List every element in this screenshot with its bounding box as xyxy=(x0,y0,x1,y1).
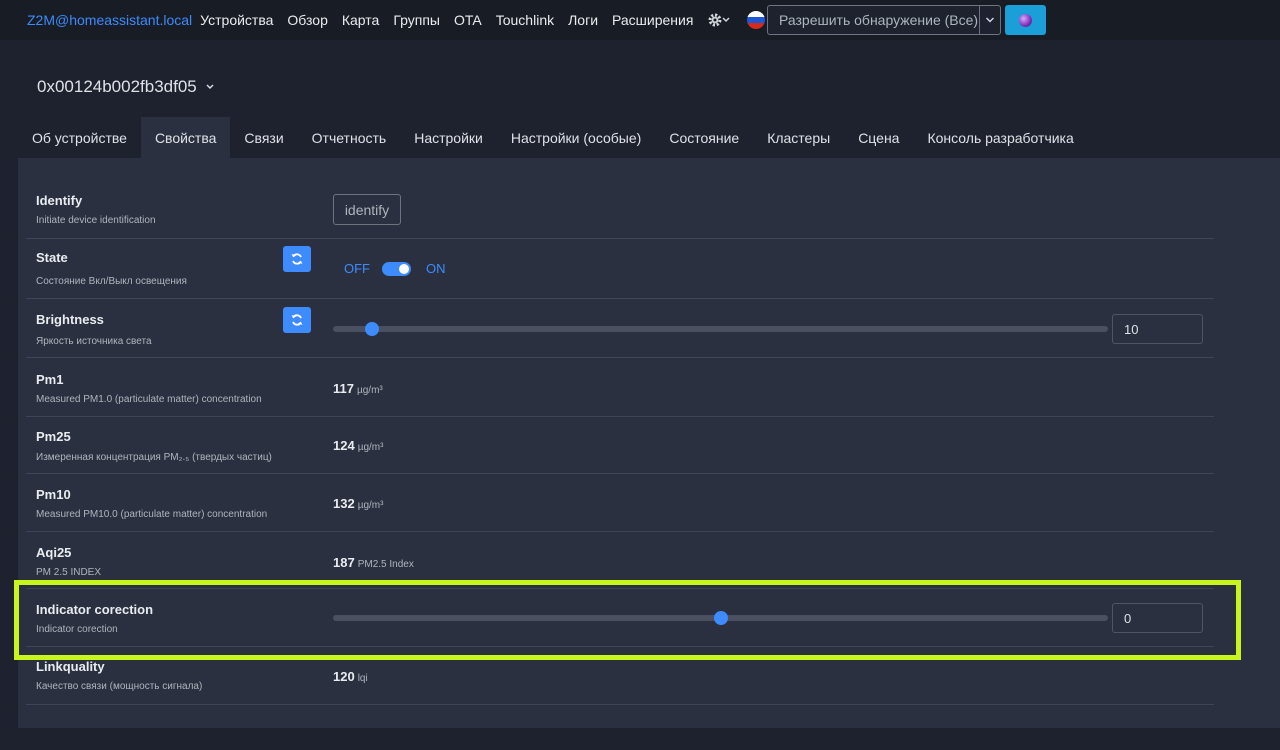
property-row-pm10: Pm10 Measured PM10.0 (particulate matter… xyxy=(26,474,1214,532)
permit-join-label[interactable]: Разрешить обнаружение (Все) xyxy=(768,12,979,28)
state-toggle[interactable]: OFF ON xyxy=(344,261,446,276)
device-title: 0x00124b002fb3df05 xyxy=(37,77,197,96)
property-description: Измеренная концентрация PM₂.₅ (твердых ч… xyxy=(36,452,272,463)
tab-scene[interactable]: Сцена xyxy=(844,117,913,158)
brightness-slider[interactable] xyxy=(333,322,1108,336)
tab-state[interactable]: Состояние xyxy=(655,117,753,158)
tab-dev-console[interactable]: Консоль разработчика xyxy=(913,117,1087,158)
property-description: Measured PM1.0 (particulate matter) conc… xyxy=(36,394,262,405)
tab-settings[interactable]: Настройки xyxy=(400,117,497,158)
theme-switch-button[interactable] xyxy=(1005,5,1046,35)
nav-logs[interactable]: Логи xyxy=(568,12,598,28)
settings-gear-icon[interactable] xyxy=(707,10,731,30)
tab-clusters[interactable]: Кластеры xyxy=(753,117,844,158)
identify-button[interactable]: identify xyxy=(333,194,401,225)
property-name: Linkquality xyxy=(36,659,105,674)
property-row-state: State Состояние Вкл/Выкл освещения OFF O… xyxy=(26,239,1214,299)
refresh-icon xyxy=(291,253,303,265)
brightness-input[interactable]: 10 xyxy=(1112,314,1203,344)
value-unit: µg/m³ xyxy=(356,385,383,396)
property-description: Состояние Вкл/Выкл освещения xyxy=(36,276,187,287)
tab-about[interactable]: Об устройстве xyxy=(18,117,141,158)
state-switch[interactable] xyxy=(382,261,411,276)
refresh-icon xyxy=(291,314,303,326)
value-number: 120 xyxy=(333,669,355,684)
property-row-brightness: Brightness Яркость источника света 10 xyxy=(26,299,1214,358)
property-description: PM 2.5 INDEX xyxy=(36,567,102,578)
value-unit: lqi xyxy=(357,673,368,684)
chevron-down-icon[interactable] xyxy=(979,6,1000,34)
device-tabs: Об устройстве Свойства Связи Отчетность … xyxy=(18,117,1088,158)
property-row-identify: Identify Initiate device identification … xyxy=(26,180,1214,239)
tab-exposes[interactable]: Свойства xyxy=(140,117,231,158)
refresh-button[interactable] xyxy=(283,307,311,333)
refresh-button[interactable] xyxy=(283,246,311,272)
property-name: Pm10 xyxy=(36,487,71,502)
nav-extensions[interactable]: Расширения xyxy=(612,12,693,28)
toggle-off-label: OFF xyxy=(344,261,370,276)
property-description: Initiate device identification xyxy=(36,215,156,226)
value-number: 124 xyxy=(333,438,355,453)
nav-dashboard[interactable]: Обзор xyxy=(287,12,327,28)
property-value: 124 µg/m³ xyxy=(333,438,383,453)
permit-join-dropdown[interactable]: Разрешить обнаружение (Все) xyxy=(767,5,1001,35)
device-selector[interactable]: 0x00124b002fb3df05 xyxy=(37,77,215,97)
property-name: State xyxy=(36,250,68,265)
language-flag-icon[interactable] xyxy=(747,11,766,29)
property-value: 187 PM2.5 Index xyxy=(333,555,414,570)
property-value: 120 lqi xyxy=(333,669,368,684)
nav-groups[interactable]: Группы xyxy=(393,12,440,28)
property-description: Качество связи (мощность сигнала) xyxy=(36,681,203,692)
property-value: 132 µg/m³ xyxy=(333,496,383,511)
value-unit: µg/m³ xyxy=(357,500,384,511)
property-row-pm25: Pm25 Измеренная концентрация PM₂.₅ (твер… xyxy=(26,417,1214,474)
nav-devices[interactable]: Устройства xyxy=(200,12,273,28)
nav-touchlink[interactable]: Touchlink xyxy=(496,12,554,28)
property-description: Яркость источника света xyxy=(36,336,152,347)
property-row-pm1: Pm1 Measured PM1.0 (particulate matter) … xyxy=(26,358,1214,417)
property-description: Measured PM10.0 (particulate matter) con… xyxy=(36,509,268,520)
property-name: Pm1 xyxy=(36,372,64,387)
highlight-box xyxy=(14,580,1241,660)
top-navbar: Z2M@homeassistant.local Устройства Обзор… xyxy=(0,0,1280,40)
tab-bind[interactable]: Связи xyxy=(230,117,297,158)
value-number: 117 xyxy=(333,381,354,396)
nav-map[interactable]: Карта xyxy=(342,12,379,28)
property-name: Brightness xyxy=(36,312,104,327)
nav-ota[interactable]: OTA xyxy=(454,12,482,28)
tab-settings-specific[interactable]: Настройки (особые) xyxy=(497,117,655,158)
property-value: 117 µg/m³ xyxy=(333,381,383,396)
property-name: Pm25 xyxy=(36,429,71,444)
value-unit: PM2.5 Index xyxy=(357,559,414,570)
brand-link[interactable]: Z2M@homeassistant.local xyxy=(27,12,192,28)
chevron-down-icon xyxy=(206,84,214,89)
tab-reporting[interactable]: Отчетность xyxy=(298,117,401,158)
property-name: Identify xyxy=(36,193,83,208)
theme-orb-icon xyxy=(1019,13,1032,27)
toggle-on-label: ON xyxy=(426,261,446,276)
property-name: Aqi25 xyxy=(36,545,72,560)
slider-thumb[interactable] xyxy=(364,322,379,336)
value-unit: µg/m³ xyxy=(357,442,384,453)
value-number: 187 xyxy=(333,555,355,570)
value-number: 132 xyxy=(333,496,355,511)
